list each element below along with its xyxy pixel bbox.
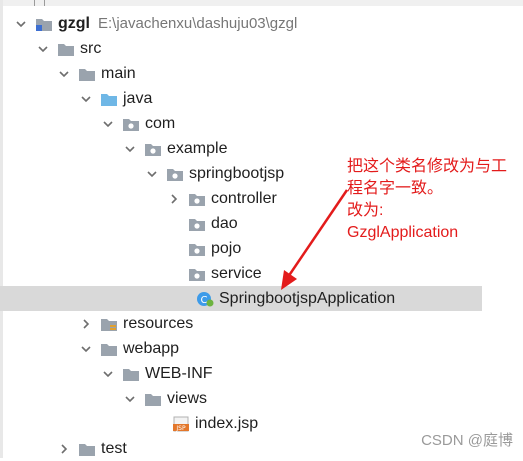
watermark: CSDN @庭博 (421, 432, 513, 449)
annotation-line: GzglApplication (347, 224, 459, 241)
folder-icon (122, 366, 140, 382)
tree-row-java[interactable]: java (0, 86, 523, 111)
chevron-down-icon[interactable] (102, 368, 114, 380)
tree-label: test (101, 439, 127, 457)
package-icon (188, 266, 206, 282)
tree-label: WEB-INF (145, 364, 213, 382)
tree-row-resources[interactable]: resources (0, 311, 523, 336)
package-icon (188, 216, 206, 232)
jsp-file-icon: JSP (172, 416, 190, 432)
tree-label: SpringbootjspApplication (219, 289, 396, 307)
folder-icon (78, 441, 96, 457)
tree-label: controller (211, 189, 277, 207)
tree-label: webapp (123, 339, 180, 357)
svg-text:JSP: JSP (175, 425, 186, 432)
chevron-right-icon[interactable] (58, 443, 70, 455)
tree-label: dao (211, 214, 238, 232)
project-name: gzgl (58, 14, 90, 32)
chevron-right-icon[interactable] (168, 193, 180, 205)
annotation-line: 程名字一致。 (347, 180, 444, 197)
tree-label: main (101, 64, 136, 82)
annotation-line: 改为: (347, 202, 384, 219)
package-icon (166, 166, 184, 182)
folder-icon (78, 66, 96, 82)
chevron-down-icon[interactable] (146, 168, 158, 180)
spring-boot-class-icon: C (196, 291, 214, 307)
folder-icon (100, 341, 118, 357)
tree-row-com[interactable]: com (0, 111, 523, 136)
source-folder-icon (100, 91, 118, 107)
folder-icon (144, 391, 162, 407)
tree-label: example (167, 139, 228, 157)
package-icon (122, 116, 140, 132)
chevron-down-icon[interactable] (124, 143, 136, 155)
chevron-down-icon[interactable] (37, 43, 49, 55)
resources-folder-icon (100, 316, 118, 332)
folder-icon (57, 41, 75, 57)
tree-row-main[interactable]: main (0, 61, 523, 86)
tree-row-project-root[interactable]: gzgl E:\javachenxu\dashuju03\gzgl (0, 11, 523, 36)
chevron-down-icon[interactable] (80, 343, 92, 355)
tree-label: src (80, 39, 102, 57)
tree-label: views (167, 389, 208, 407)
tree-row-web-inf[interactable]: WEB-INF (0, 361, 523, 386)
package-icon (188, 191, 206, 207)
chevron-down-icon[interactable] (15, 18, 27, 30)
module-folder-icon (35, 16, 53, 32)
tree-label: index.jsp (195, 414, 259, 432)
tree-label: com (145, 114, 176, 132)
tree-label: java (123, 89, 153, 107)
chevron-right-icon[interactable] (80, 318, 92, 330)
svg-text:C: C (201, 295, 208, 306)
tree-label: pojo (211, 239, 242, 257)
annotation-note: 把这个类名修改为与工 程名字一致。 改为: GzglApplication (347, 156, 519, 244)
tree-row-application-class[interactable]: C SpringbootjspApplication (0, 286, 482, 311)
tree-row-src[interactable]: src (0, 36, 523, 61)
tree-row-webapp[interactable]: webapp (0, 336, 523, 361)
project-path: E:\javachenxu\dashuju03\gzgl (98, 15, 298, 32)
chevron-down-icon[interactable] (80, 93, 92, 105)
annotation-line: 把这个类名修改为与工 (347, 158, 508, 175)
tree-row-service[interactable]: service (0, 261, 523, 286)
package-icon (188, 241, 206, 257)
chevron-down-icon[interactable] (58, 68, 70, 80)
tree-row-views[interactable]: views (0, 386, 523, 411)
tree-label: resources (123, 314, 194, 332)
chevron-down-icon[interactable] (102, 118, 114, 130)
tree-label: service (211, 264, 262, 282)
package-icon (144, 141, 162, 157)
chevron-down-icon[interactable] (124, 393, 136, 405)
tree-label: springbootjsp (189, 164, 285, 182)
